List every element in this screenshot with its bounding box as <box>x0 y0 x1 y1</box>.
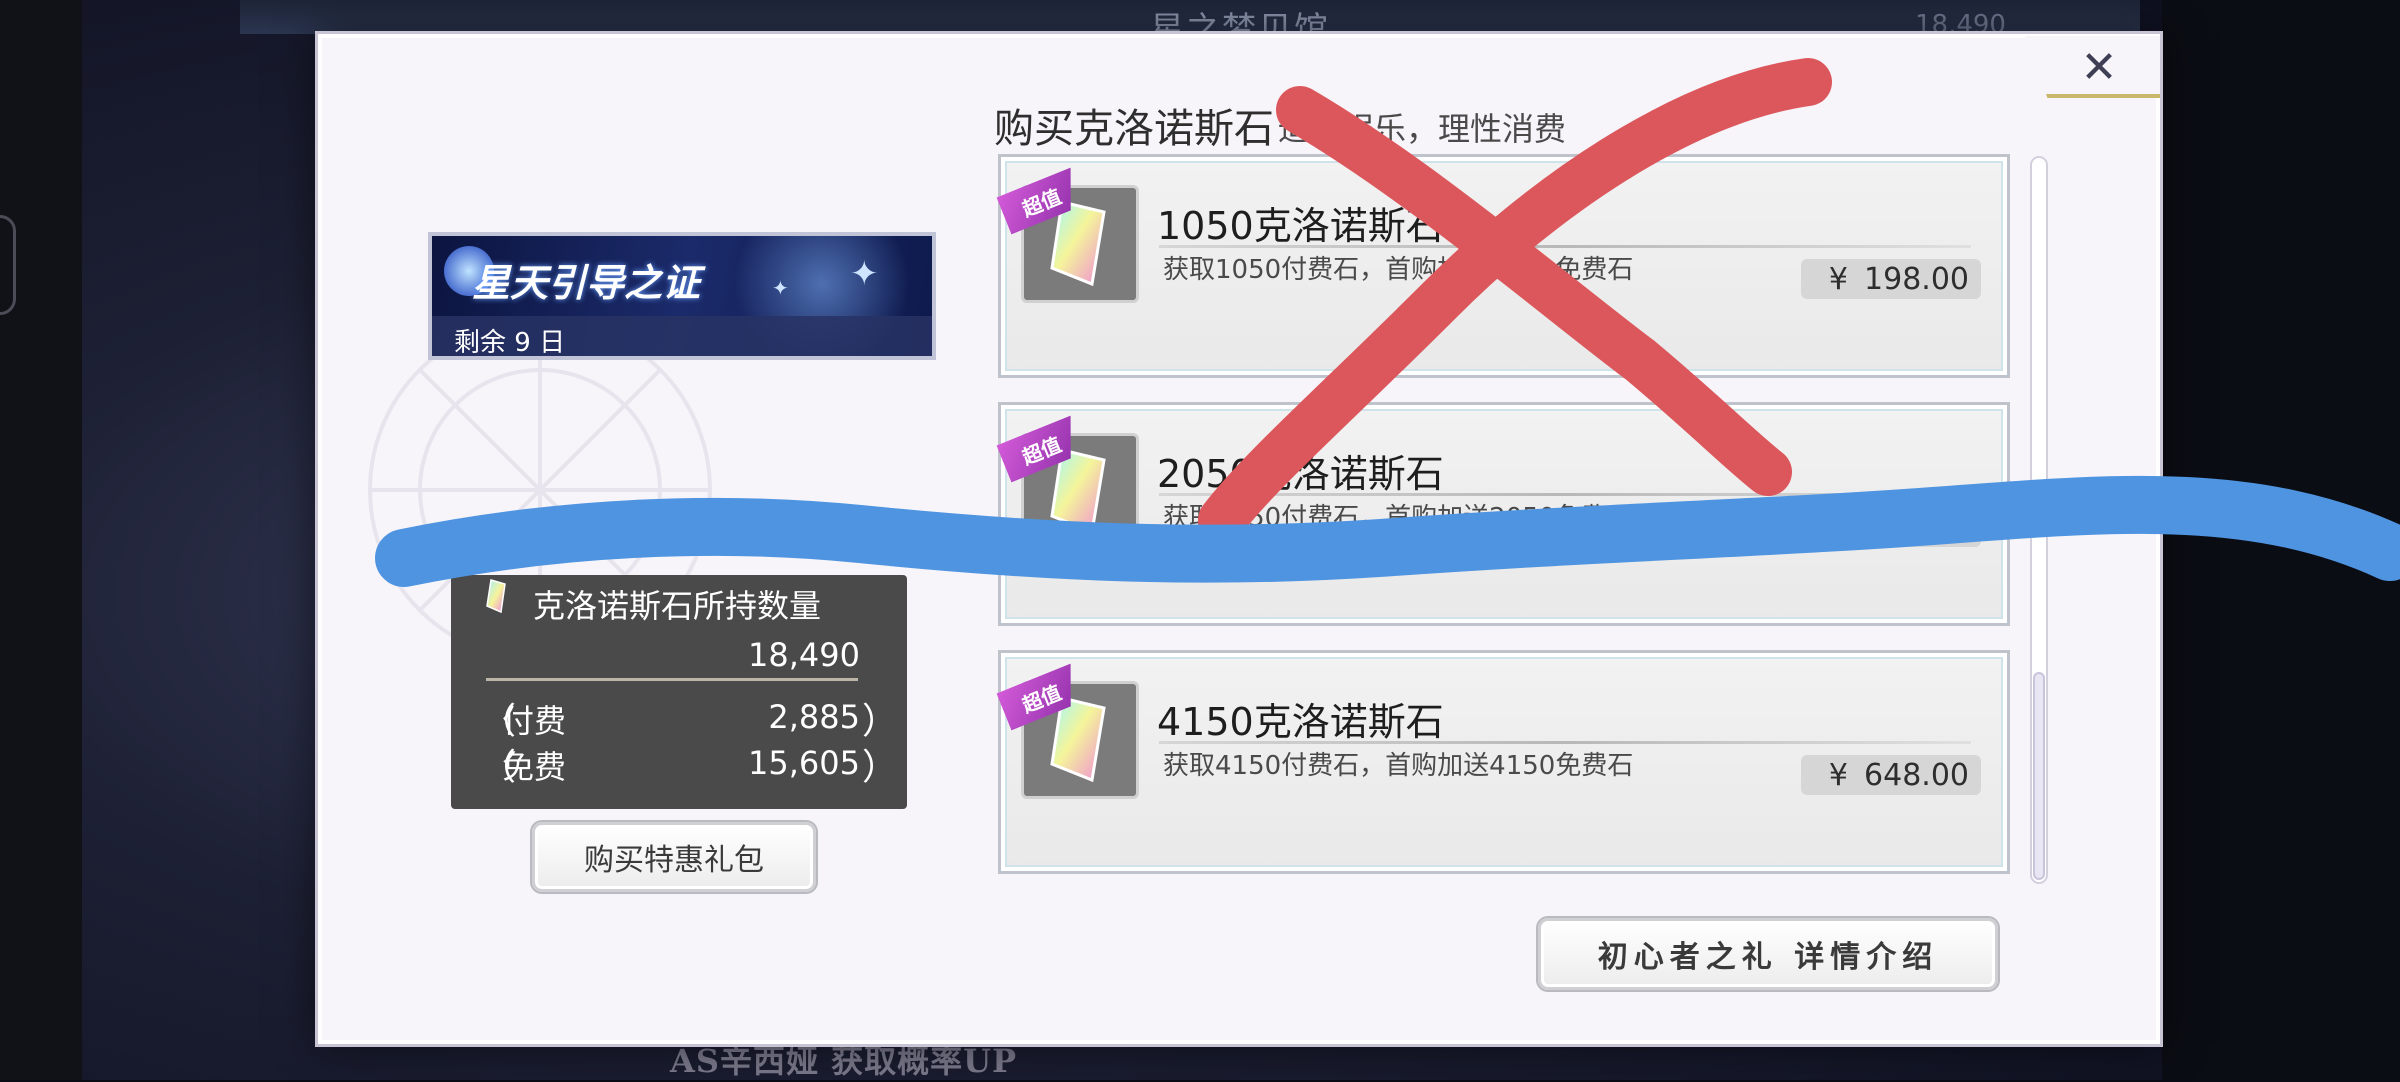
paid-stone-label: 付费 <box>502 702 567 740</box>
product-underline <box>1159 493 1971 496</box>
stone-divider <box>486 678 858 681</box>
price-tag[interactable]: ¥ 328.00 <box>1801 507 1981 547</box>
price-tag[interactable]: ¥ 648.00 <box>1801 755 1981 795</box>
beginner-gift-details-button[interactable]: 初心者之礼 详情介绍 <box>1538 918 1998 990</box>
chronos-stone-icon <box>486 579 506 614</box>
paid-stone-count: 2,885 <box>768 698 860 736</box>
product-name: 1050克洛诺斯石 <box>1157 204 1444 248</box>
stone-holdings-label: 克洛诺斯石所持数量 <box>533 587 822 625</box>
free-stone-label: 免费 <box>502 748 567 786</box>
product-underline <box>1159 245 1971 248</box>
right-screen-bezel <box>2162 0 2400 1080</box>
price-value: 198.00 <box>1864 261 1969 297</box>
product-description: 获取1050付费石，首购加送1050免费石 <box>1163 255 1634 285</box>
scrollbar-thumb[interactable] <box>2033 672 2045 880</box>
close-button[interactable]: ✕ <box>2064 36 2134 98</box>
product-description: 获取2050付费石，首购加送2050免费石 <box>1163 503 1634 533</box>
shop-subheading: 适度娱乐，理性消费 <box>1278 110 1567 148</box>
price-tag[interactable]: ¥ 198.00 <box>1801 259 1981 299</box>
free-close-paren: ） <box>862 747 899 788</box>
currency-symbol: ¥ <box>1828 261 1849 297</box>
side-handle <box>0 215 16 315</box>
product-description: 获取4150付费石，首购加送4150免费石 <box>1163 751 1634 781</box>
product-name: 2050克洛诺斯石 <box>1157 452 1444 496</box>
price-value: 328.00 <box>1864 509 1969 545</box>
price-value: 648.00 <box>1864 757 1969 793</box>
left-screen-bezel <box>0 0 82 1080</box>
paid-close-paren: ） <box>862 701 899 742</box>
currency-symbol: ¥ <box>1828 757 1849 793</box>
product-card-4150[interactable]: 超值 4150克洛诺斯石 获取4150付费石，首购加送4150免费石 ¥ 648… <box>998 650 2010 874</box>
sparkle-icon: ✦ <box>850 254 879 294</box>
close-icon: ✕ <box>2080 41 2118 93</box>
free-stone-count: 15,605 <box>748 744 860 782</box>
product-underline <box>1159 741 1971 744</box>
sparkle-icon: ✦ <box>772 276 789 300</box>
event-remaining-days: 剩余 9 日 <box>454 328 566 358</box>
product-card-2050[interactable]: 超值 2050克洛诺斯石 获取2050付费石，首购加送2050免费石 ¥ 328… <box>998 402 2010 626</box>
stone-total-count: 18,490 <box>748 636 860 674</box>
event-title: 星天引导之证 <box>472 260 701 305</box>
shop-heading: 购买克洛诺斯石 <box>994 106 1274 152</box>
buy-gift-pack-button[interactable]: 购买特惠礼包 <box>532 822 816 892</box>
product-name: 4150克洛诺斯石 <box>1157 700 1444 744</box>
currency-symbol: ¥ <box>1828 509 1849 545</box>
event-banner[interactable]: 星天引导之证 ✦ ✦ 剩余 9 日 <box>428 232 936 360</box>
product-card-1050[interactable]: 超值 1050克洛诺斯石 获取1050付费石，首购加送1050免费石 ¥ 198… <box>998 154 2010 378</box>
